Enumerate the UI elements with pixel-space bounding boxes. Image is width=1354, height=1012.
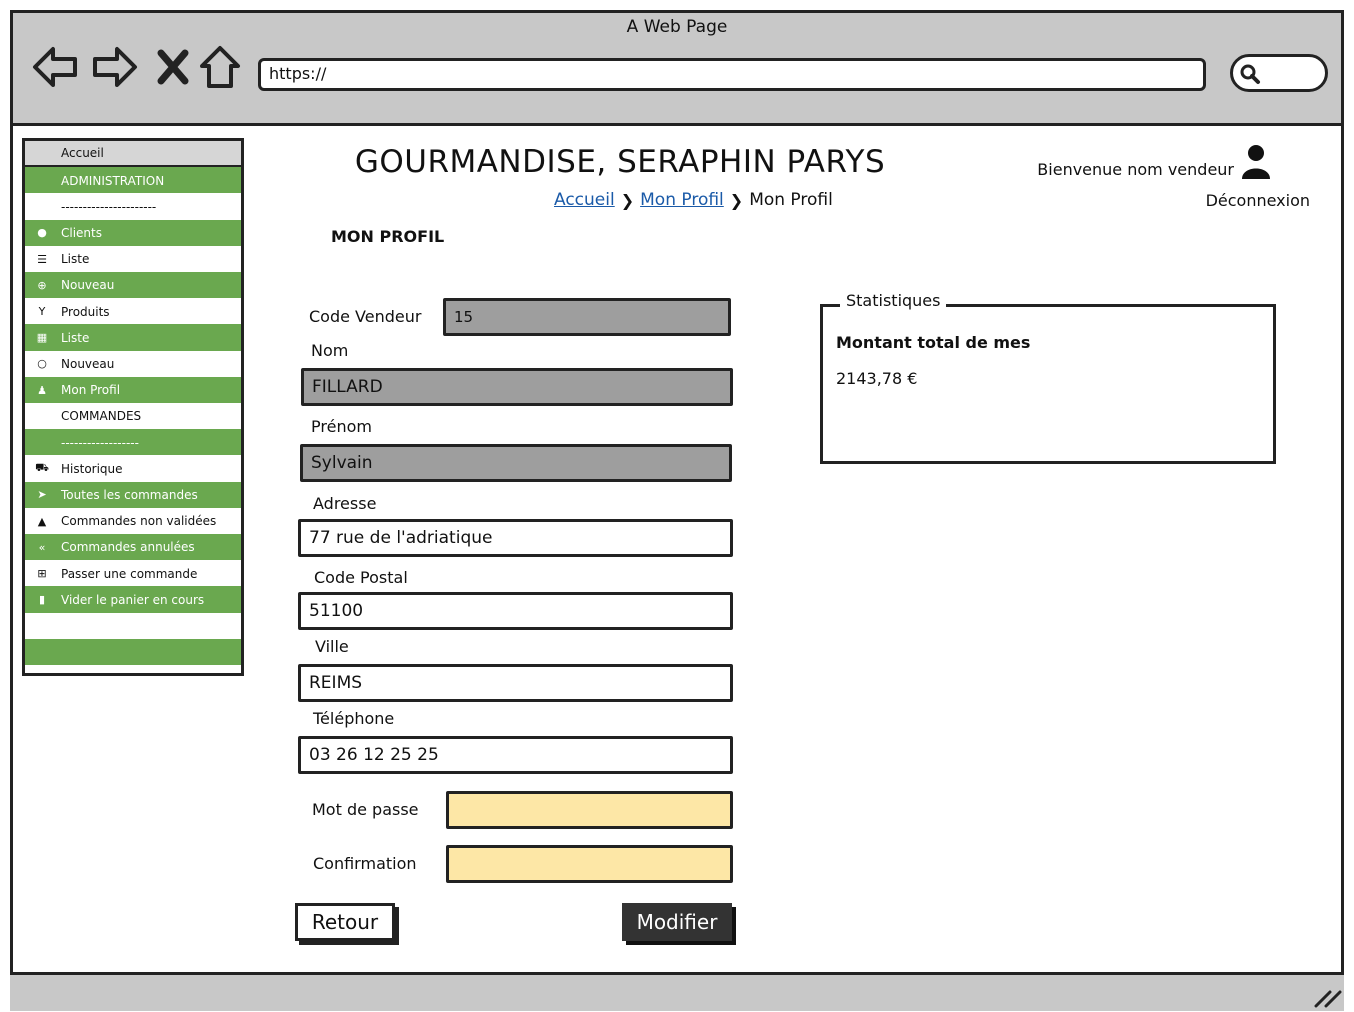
logout-link[interactable]: Déconnexion — [1180, 191, 1310, 210]
confirmation-label: Confirmation — [313, 854, 417, 873]
sidebar-item-liste[interactable]: ☰ Liste — [25, 245, 241, 273]
sidebar-item-label: Produits — [61, 304, 110, 319]
trash-icon: ▮ — [38, 593, 46, 607]
back-arrow-icon[interactable] — [30, 42, 80, 92]
sidebar-item-clients[interactable]: ● Clients — [25, 219, 241, 247]
sidebar-item-produits[interactable]: Y Produits — [25, 298, 241, 325]
password-field[interactable] — [446, 791, 733, 829]
prenom-label: Prénom — [311, 417, 372, 436]
add-circle-icon: ⊕ — [37, 278, 47, 292]
ville-label: Ville — [315, 637, 349, 656]
back-button[interactable]: Retour — [295, 903, 395, 941]
sidebar-item-label: ADMINISTRATION — [61, 173, 165, 188]
status-bar — [10, 972, 1344, 1011]
warning-icon: ▲ — [37, 514, 47, 528]
welcome-text: Bienvenue nom vendeur — [1037, 160, 1234, 179]
sidebar-item-blank — [25, 638, 241, 666]
resize-grip-icon[interactable] — [1312, 986, 1342, 1008]
sidebar-item-label: ------------------ — [61, 435, 139, 450]
stats-value: 2143,78 € — [836, 369, 918, 388]
code-postal-label: Code Postal — [314, 568, 408, 587]
send-icon: ➤ — [37, 488, 47, 502]
list-icon: ☰ — [37, 252, 47, 266]
sidebar-item-commandes-non-valid-es[interactable]: ▲ Commandes non validées — [25, 507, 241, 535]
sidebar-item-label: Liste — [61, 330, 90, 345]
cocktail-icon: Y — [38, 305, 46, 319]
telephone-label: Téléphone — [313, 709, 395, 728]
user-icon: ♟ — [37, 383, 47, 397]
page-title: GOURMANDISE, SERAPHIN PARYS — [354, 144, 886, 180]
sidebar-item-label: Liste — [61, 252, 90, 267]
user-icon[interactable] — [1240, 143, 1272, 181]
nom-label: Nom — [311, 341, 349, 360]
sidebar-item-label: Passer une commande — [61, 566, 198, 581]
code-vendeur-label: Code Vendeur — [309, 307, 422, 326]
code-vendeur-field: 15 — [443, 298, 731, 336]
sidebar-item-nouveau[interactable]: ○ Nouveau — [25, 350, 241, 378]
sidebar-item-blank — [25, 612, 241, 640]
sidebar-item-historique[interactable]: ⛟ Historique — [25, 455, 241, 483]
sidebar-item-liste[interactable]: ▦ Liste — [25, 324, 241, 352]
sidebar-item-administration[interactable]: ADMINISTRATION — [25, 167, 241, 194]
sidebar-item-vider-le-panier-en-cours[interactable]: ▮ Vider le panier en cours — [25, 586, 241, 614]
forward-arrow-icon[interactable] — [90, 42, 140, 92]
sidebar-item-commandes-annul-es[interactable]: « Commandes annulées — [25, 534, 241, 561]
sidebar-item-commandes[interactable]: COMMANDES — [25, 403, 241, 430]
home-icon[interactable] — [195, 42, 245, 92]
breadcrumb-home[interactable]: Accueil — [554, 190, 615, 210]
cart-icon: ⛟ — [35, 461, 49, 475]
window-title: A Web Page — [626, 17, 728, 37]
sidebar-item-mon-profil[interactable]: ♟ Mon Profil — [25, 376, 241, 404]
sidebar-item-passer-une-commande[interactable]: ⊞ Passer une commande — [25, 560, 241, 587]
sidebar-item-separator: ------------------ — [25, 429, 241, 456]
telephone-field[interactable]: 03 26 12 25 25 — [298, 736, 733, 774]
ville-field[interactable]: REIMS — [298, 664, 733, 702]
circle-icon: ● — [37, 226, 47, 240]
sidebar-item-label: Historique — [61, 461, 123, 476]
sidebar-item-toutes-les-commandes[interactable]: ➤ Toutes les commandes — [25, 481, 241, 509]
sidebar-item-label: Commandes annulées — [61, 540, 195, 555]
sidebar-item-label: Accueil — [61, 146, 104, 161]
sidebar: Accueil ADMINISTRATION -------------------… — [22, 138, 244, 676]
stats-legend: Statistiques — [840, 291, 947, 310]
url-input[interactable]: https:// — [258, 58, 1206, 91]
confirmation-field[interactable] — [446, 845, 733, 883]
sidebar-item-label: Commandes non validées — [61, 514, 217, 529]
plus-square-icon: ⊞ — [37, 567, 47, 581]
grid-icon: ▦ — [36, 331, 48, 345]
sidebar-item-label: Nouveau — [61, 356, 115, 371]
section-title: MON PROFIL — [331, 227, 445, 246]
sidebar-item-label: Vider le panier en cours — [61, 592, 205, 607]
sidebar-item-label: Toutes les commandes — [61, 487, 198, 502]
browser-search-input[interactable] — [1230, 54, 1328, 92]
breadcrumb-profile[interactable]: Mon Profil — [640, 190, 724, 210]
sidebar-item-label: COMMANDES — [61, 409, 142, 424]
stats-label: Montant total de mes — [836, 333, 1031, 352]
chevron-right-icon: ❯ — [729, 190, 744, 210]
adresse-label: Adresse — [313, 494, 377, 513]
password-label: Mot de passe — [312, 800, 419, 819]
sidebar-item-label: ---------------------- — [61, 199, 157, 214]
chevron-right-icon: ❯ — [620, 190, 635, 210]
search-icon — [1240, 64, 1260, 84]
sidebar-item-label: Mon Profil — [61, 383, 121, 398]
breadcrumb-current: Mon Profil — [749, 190, 833, 210]
breadcrumb: Accueil ❯ Mon Profil ❯ Mon Profil — [554, 190, 833, 210]
code-postal-field[interactable]: 51100 — [298, 592, 733, 630]
ring-icon: ○ — [37, 357, 47, 371]
nom-field: FILLARD — [301, 368, 733, 406]
modify-button[interactable]: Modifier — [622, 903, 732, 941]
adresse-field[interactable]: 77 rue de l'adriatique — [298, 519, 733, 557]
sidebar-item-label: Clients — [61, 225, 102, 240]
prenom-field: Sylvain — [300, 444, 732, 482]
sidebar-item-separator: ---------------------- — [25, 193, 241, 221]
double-chevron-left-icon: « — [38, 540, 46, 554]
sidebar-item-label: Nouveau — [61, 278, 115, 293]
sidebar-item-accueil[interactable]: Accueil — [25, 141, 241, 168]
stop-icon[interactable] — [148, 42, 198, 92]
sidebar-item-nouveau[interactable]: ⊕ Nouveau — [25, 272, 241, 299]
